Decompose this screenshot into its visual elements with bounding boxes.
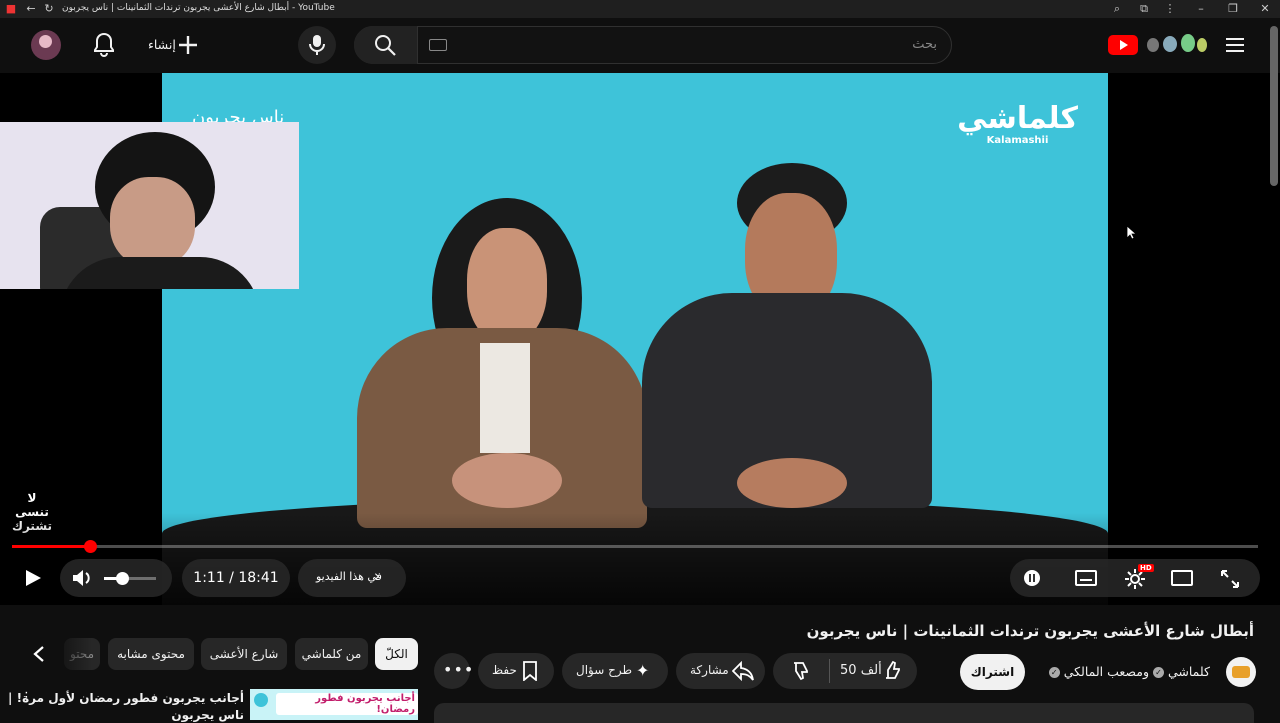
dislike-icon[interactable] <box>791 661 811 681</box>
mic-icon <box>309 35 325 55</box>
search-button[interactable] <box>354 26 418 64</box>
description-box[interactable] <box>434 703 1254 723</box>
extensions-icon[interactable]: ⧉ <box>1137 2 1151 16</box>
man-hands <box>737 458 847 508</box>
menu-icon[interactable] <box>1225 37 1245 53</box>
create-label: إنشاء <box>148 37 176 52</box>
keyboard-icon[interactable] <box>429 39 447 51</box>
recommendation-title[interactable]: أجانب يجربون فطور رمضان لأول مرة! | <box>8 691 244 705</box>
voice-search-button[interactable] <box>298 26 336 64</box>
browser-title-bar: ■ ← ↻ أبطال شارع الأعشى يجربون ترندات ال… <box>0 0 1280 18</box>
like-count: 50 ألف <box>840 663 882 678</box>
more-actions-button[interactable]: ••• <box>434 653 473 689</box>
progress-bar[interactable] <box>12 540 1258 553</box>
plus-icon <box>179 36 197 54</box>
progress-played <box>12 545 91 548</box>
fullscreen-icon[interactable] <box>1220 569 1240 589</box>
bookmark-icon <box>523 661 537 681</box>
volume-icon[interactable] <box>72 569 92 587</box>
chip-related[interactable]: محتوى مشابه <box>108 638 194 670</box>
chip-all[interactable]: الكلّ <box>375 638 418 670</box>
save-button[interactable]: حفظ <box>478 653 554 689</box>
more-vert-icon[interactable]: ⋮ <box>1163 2 1177 16</box>
share-button[interactable]: مشاركة <box>676 653 765 689</box>
chapters-label: في هذا الفيديو <box>316 570 382 583</box>
share-icon <box>732 661 754 681</box>
time-display: 1:11 / 18:41 <box>182 559 290 597</box>
verified-icon: ✓ <box>1048 667 1060 678</box>
share-label: مشاركة <box>690 663 729 677</box>
minimize-icon[interactable]: – <box>1194 2 1208 16</box>
close-window-icon[interactable]: ✕ <box>1258 2 1272 16</box>
youtube-play-triangle <box>1120 40 1128 50</box>
chevron-right-icon: › <box>374 567 380 585</box>
channel-watermark: كلماشي Kalamashii <box>957 101 1078 147</box>
more-vert-icon[interactable]: ⋮ <box>20 690 33 705</box>
reload-icon[interactable]: ↻ <box>42 2 56 16</box>
ask-label: طرح سؤال <box>576 663 633 677</box>
page-scrollbar[interactable] <box>1270 26 1278 186</box>
video-title: أبطال شارع الأعشى يجربون ترندات الثمانين… <box>806 622 1254 640</box>
zoom-icon[interactable]: ⌕ <box>1110 2 1124 16</box>
brand-arabic: كلماشي <box>957 101 1078 136</box>
more-horiz-icon: ••• <box>443 660 475 679</box>
woman-shirt <box>480 343 530 453</box>
channel-names[interactable]: كلماشي ✓ ومصعب المالكي ✓ <box>1048 664 1210 679</box>
chip-from-channel[interactable]: من كلماشي <box>295 638 368 670</box>
thumb-text: أجانب يجربون فطور رمضان! <box>276 693 418 715</box>
masthead: إنشاء بحث <box>0 18 1280 73</box>
theater-mode-icon[interactable] <box>1171 570 1193 586</box>
thumb-badge <box>254 693 268 707</box>
volume-pill <box>60 559 172 597</box>
search-icon <box>375 35 396 56</box>
time-total: 18:41 <box>238 570 279 586</box>
brand-english: Kalamashii <box>986 135 1049 146</box>
mouse-cursor-icon <box>1126 225 1136 240</box>
time-separator: / <box>224 570 239 586</box>
like-icon[interactable] <box>883 660 903 680</box>
restore-icon[interactable]: ❐ <box>1226 2 1240 16</box>
subtitles-icon[interactable] <box>1075 570 1097 586</box>
like-dislike-group: 50 ألف <box>773 653 917 689</box>
woman-hands <box>452 453 562 508</box>
channel-avatar[interactable] <box>1226 657 1256 687</box>
verified-icon: ✓ <box>1152 667 1164 678</box>
save-label: حفظ <box>492 663 517 677</box>
hd-badge: HD <box>1138 564 1154 572</box>
youtube-favicon-icon: ■ <box>5 2 17 15</box>
search-placeholder: بحث <box>912 37 937 52</box>
back-icon[interactable]: ← <box>24 2 38 16</box>
watch-details: أبطال شارع الأعشى يجربون ترندات الثمانين… <box>0 605 1280 723</box>
create-button[interactable]: إنشاء <box>140 26 206 64</box>
play-icon[interactable] <box>24 569 42 587</box>
search-input[interactable]: بحث <box>354 26 952 64</box>
chapters-button[interactable]: في هذا الفيديو › <box>298 559 406 597</box>
time-current: 1:11 <box>193 570 225 586</box>
ask-button[interactable]: طرح سؤال ✦ <box>562 653 668 689</box>
channel-primary[interactable]: كلماشي <box>1168 664 1210 679</box>
doodle-logo[interactable] <box>1143 32 1209 56</box>
channel-connector: و <box>1142 664 1149 679</box>
chip-shari-alasha[interactable]: شارع الأعشى <box>201 638 287 670</box>
avatar-face <box>39 35 52 48</box>
bell-icon[interactable] <box>92 32 116 58</box>
webcam-overlay <box>0 122 299 289</box>
avatar[interactable] <box>31 30 61 60</box>
channel-secondary[interactable]: مصعب المالكي <box>1064 664 1143 679</box>
autoplay-toggle[interactable] <box>1024 570 1040 586</box>
window-title: أبطال شارع الأعشى يجربون ترندات الثمانين… <box>62 3 335 13</box>
youtube-logo-icon[interactable] <box>1108 35 1138 55</box>
volume-knob[interactable] <box>116 572 130 585</box>
subscribe-button[interactable]: اشتراك <box>960 654 1025 690</box>
woman-face <box>467 228 547 343</box>
webcam-face <box>110 177 195 267</box>
right-controls-pill: HD <box>1010 559 1260 597</box>
sparkle-icon: ✦ <box>636 661 650 680</box>
chips-fade <box>0 638 92 670</box>
recommendation-thumbnail[interactable]: أجانب يجربون فطور رمضان! <box>250 689 418 720</box>
volume-slider[interactable] <box>104 572 156 585</box>
chevron-left-icon[interactable] <box>32 645 46 663</box>
video-player[interactable]: كلماشي Kalamashii ناس يجربون لا تنسى تشت… <box>0 73 1280 605</box>
